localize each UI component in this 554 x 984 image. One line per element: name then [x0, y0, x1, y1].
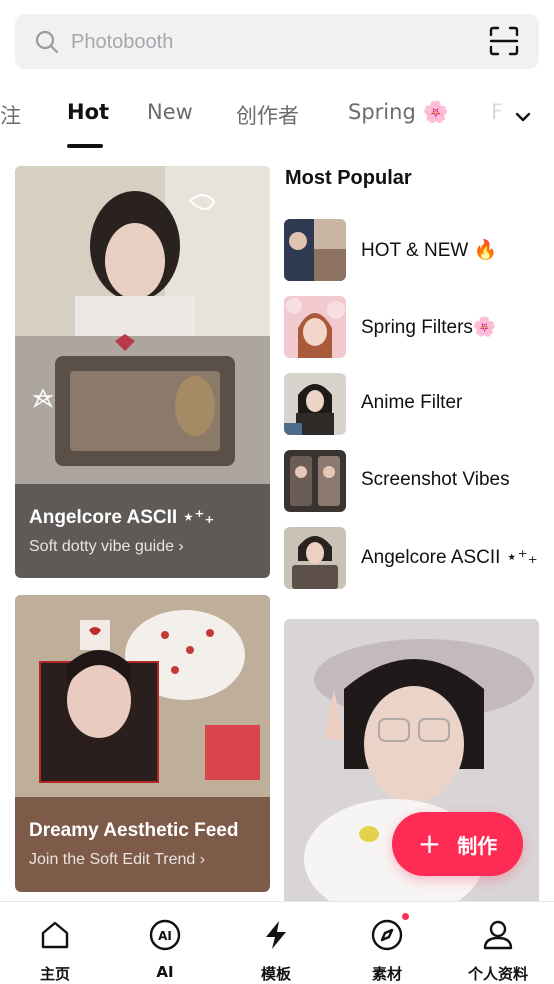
svg-text:AI: AI	[158, 929, 172, 943]
nav-templates[interactable]: 模板	[221, 902, 331, 984]
nav-profile[interactable]: 个人资料	[443, 902, 553, 984]
search-input[interactable]	[71, 26, 471, 58]
card-subtitle[interactable]: Soft dotty vibe guide ›	[29, 538, 184, 556]
feed-card-angelcore[interactable]: Angelcore ASCII ⋆⁺₊ Soft dotty vibe guid…	[15, 166, 270, 578]
popular-thumbnail	[284, 450, 346, 512]
card-image	[15, 166, 270, 484]
nav-label: 素材	[371, 965, 402, 983]
popular-thumbnail	[284, 373, 346, 435]
popular-thumbnail	[284, 527, 346, 589]
create-button[interactable]: + 制作	[392, 812, 523, 876]
nav-materials[interactable]: 素材	[332, 902, 442, 984]
ai-icon: AI	[149, 919, 181, 951]
popular-thumbnail	[284, 219, 346, 281]
popular-item[interactable]: Angelcore ASCII ⋆⁺₊	[284, 527, 544, 589]
nav-label: 模板	[260, 965, 291, 983]
popular-item[interactable]: Screenshot Vibes	[284, 450, 544, 512]
chevron-down-icon[interactable]	[514, 108, 532, 126]
bolt-icon	[266, 921, 286, 949]
notification-badge	[402, 913, 409, 920]
popular-item[interactable]: Spring Filters🌸	[284, 296, 544, 358]
tab-spring[interactable]: Spring 🌸	[348, 100, 449, 125]
popular-label: Anime Filter	[361, 392, 463, 413]
active-tab-indicator	[67, 144, 103, 148]
bottom-navigation: 主页 AI AI 模板 素材 个人资料	[0, 901, 554, 984]
tab-hot[interactable]: Hot	[67, 100, 109, 124]
popular-label: Angelcore ASCII ⋆⁺₊	[361, 547, 538, 568]
scan-icon[interactable]	[489, 26, 519, 56]
popular-item[interactable]: Anime Filter	[284, 373, 544, 435]
nav-home[interactable]: 主页	[0, 902, 110, 984]
create-button-label: 制作	[457, 833, 498, 858]
popular-label: HOT & NEW 🔥	[361, 240, 498, 261]
feed-card-dreamy[interactable]: Dreamy Aesthetic Feed Join the Soft Edit…	[15, 595, 270, 892]
nav-ai[interactable]: AI AI	[110, 902, 220, 984]
card-image	[15, 595, 270, 797]
category-tabs: 注 Hot New 创作者 Spring 🌸 F	[0, 90, 554, 150]
nav-label: 主页	[39, 965, 70, 983]
compass-icon	[371, 919, 403, 951]
search-icon	[35, 30, 59, 54]
card-title: Angelcore ASCII ⋆⁺₊	[29, 507, 215, 528]
popular-thumbnail	[284, 296, 346, 358]
most-popular-title: Most Popular	[285, 167, 412, 189]
card-subtitle[interactable]: Join the Soft Edit Trend ›	[29, 851, 205, 869]
nav-label: 个人资料	[467, 965, 528, 983]
home-icon	[41, 921, 69, 949]
nav-label: AI	[156, 963, 174, 981]
card-title: Dreamy Aesthetic Feed	[29, 820, 239, 841]
profile-icon	[483, 920, 513, 950]
popular-item[interactable]: HOT & NEW 🔥	[284, 219, 544, 281]
search-bar[interactable]	[15, 14, 539, 69]
tab-new[interactable]: New	[147, 100, 193, 124]
popular-label: Screenshot Vibes	[361, 469, 510, 490]
popular-label: Spring Filters🌸	[361, 317, 497, 338]
tab-creators[interactable]: 创作者	[236, 100, 299, 130]
plus-icon: +	[417, 827, 442, 860]
tab-following[interactable]: 注	[0, 100, 21, 130]
